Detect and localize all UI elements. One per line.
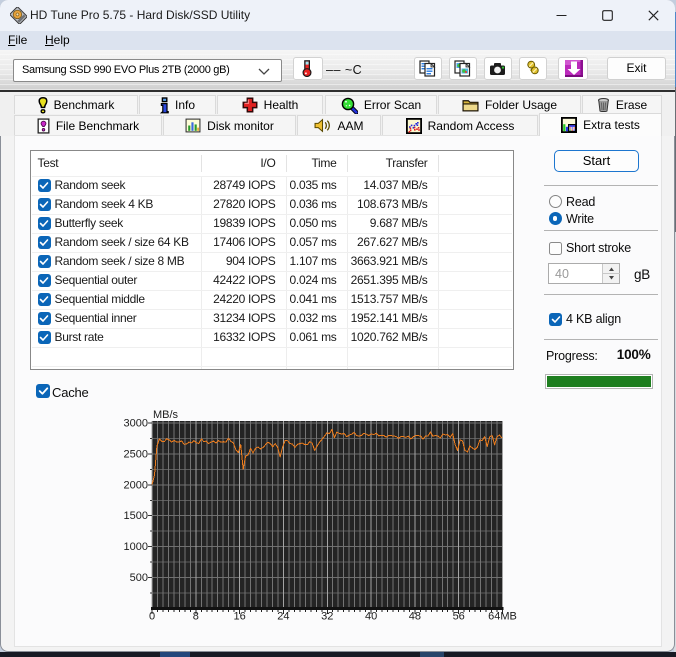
svg-text:MB/s: MB/s <box>153 409 179 421</box>
svg-text:8: 8 <box>193 611 199 623</box>
svg-text:32: 32 <box>321 611 333 623</box>
svg-text:48: 48 <box>409 611 421 623</box>
svg-text:16: 16 <box>233 611 245 623</box>
svg-text:64MB: 64MB <box>488 611 517 623</box>
svg-text:0: 0 <box>149 611 155 623</box>
svg-text:1000: 1000 <box>124 541 148 553</box>
svg-text:40: 40 <box>365 611 377 623</box>
svg-text:1500: 1500 <box>124 510 148 522</box>
svg-text:24: 24 <box>277 611 289 623</box>
svg-text:500: 500 <box>130 572 148 584</box>
svg-text:2000: 2000 <box>124 479 148 491</box>
svg-text:56: 56 <box>453 611 465 623</box>
svg-text:2500: 2500 <box>124 448 148 460</box>
svg-text:3000: 3000 <box>124 418 148 430</box>
